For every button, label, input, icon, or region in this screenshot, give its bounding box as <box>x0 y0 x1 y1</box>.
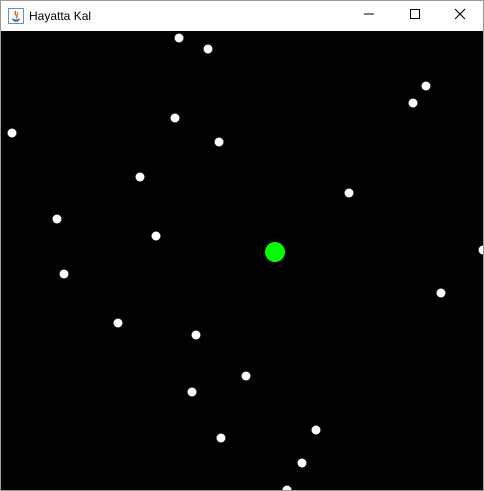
enemy-dot <box>241 371 251 381</box>
player-dot <box>265 242 285 262</box>
enemy-dot <box>203 44 213 54</box>
minimize-icon <box>363 7 375 25</box>
close-button[interactable] <box>437 1 483 31</box>
enemy-dot <box>297 458 307 468</box>
game-window: Hayatta Kal <box>0 0 484 491</box>
enemy-dot <box>191 330 201 340</box>
enemy-dot <box>436 288 446 298</box>
enemy-dot <box>151 231 161 241</box>
enemy-dot <box>52 214 62 224</box>
game-field <box>1 31 483 490</box>
enemy-dot <box>7 128 17 138</box>
minimize-button[interactable] <box>346 1 392 31</box>
enemy-dot <box>187 387 197 397</box>
enemy-dot <box>216 433 226 443</box>
maximize-icon <box>409 7 421 25</box>
enemy-dot <box>113 318 123 328</box>
enemy-dot <box>174 33 184 43</box>
enemy-dot <box>311 425 321 435</box>
title-bar[interactable]: Hayatta Kal <box>1 1 483 31</box>
maximize-button[interactable] <box>392 1 438 31</box>
game-canvas[interactable] <box>1 31 483 490</box>
enemy-dot <box>59 269 69 279</box>
enemy-dot <box>408 98 418 108</box>
window-title: Hayatta Kal <box>29 9 92 23</box>
enemy-dot <box>214 137 224 147</box>
enemy-dot <box>170 113 180 123</box>
enemy-dot <box>135 172 145 182</box>
java-icon <box>8 8 24 24</box>
enemy-dot <box>344 188 354 198</box>
close-icon <box>454 7 466 25</box>
enemy-dot <box>421 81 431 91</box>
